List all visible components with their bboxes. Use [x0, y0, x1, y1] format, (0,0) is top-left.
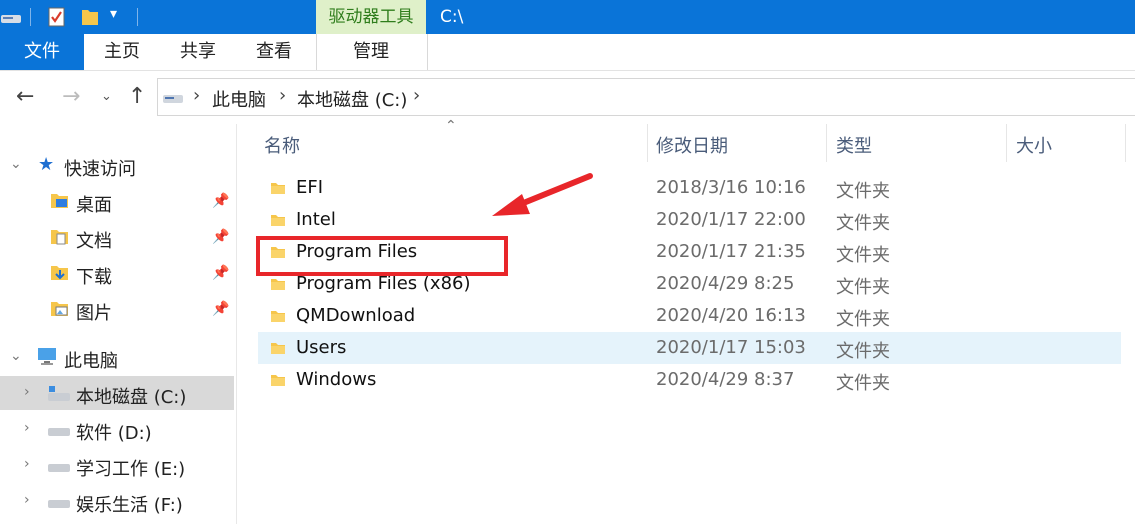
- this-pc-drive-icon: [163, 95, 183, 103]
- drive-icon[interactable]: [0, 6, 24, 28]
- downloads-folder-icon: [51, 266, 68, 280]
- breadcrumb-separator-icon[interactable]: ›: [279, 85, 286, 106]
- qat-divider: [30, 8, 31, 26]
- qat-divider: [137, 8, 138, 26]
- drive-icon: [48, 428, 70, 436]
- annotation-arrow-icon: [492, 173, 593, 216]
- star-icon: ★: [38, 154, 55, 175]
- file-type: 文件夹: [836, 213, 890, 234]
- highlight-box: [256, 236, 508, 276]
- file-modified: 2018/3/16 10:16: [656, 177, 806, 198]
- file-name[interactable]: QMDownload: [296, 305, 415, 326]
- file-modified: 2020/1/17 22:00: [656, 209, 806, 230]
- column-header-name[interactable]: 名称: [264, 132, 300, 158]
- tab-file[interactable]: 文件: [0, 34, 84, 70]
- file-name[interactable]: Intel: [296, 209, 336, 230]
- nav-label: 软件 (D:): [76, 423, 152, 444]
- expand-arrow-icon[interactable]: ›: [24, 492, 30, 508]
- nav-item-documents[interactable]: [0, 220, 234, 254]
- nav-label: 快速访问: [64, 159, 136, 180]
- nav-label: 桌面: [76, 195, 112, 216]
- drive-tools-contextual-tab[interactable]: 驱动器工具: [316, 0, 426, 34]
- file-name[interactable]: Windows: [296, 369, 376, 390]
- pin-icon[interactable]: 📌: [212, 193, 229, 209]
- tab-home[interactable]: 主页: [94, 34, 150, 70]
- file-modified: 2020/4/20 16:13: [656, 305, 806, 326]
- breadcrumb-local-disk-c[interactable]: 本地磁盘 (C:): [297, 86, 407, 112]
- nav-item-pictures[interactable]: [0, 292, 234, 326]
- sort-ascending-icon: ⌃: [445, 118, 457, 134]
- nav-label: 学习工作 (E:): [76, 459, 186, 480]
- nav-label: 娱乐生活 (F:): [76, 495, 183, 516]
- recent-locations-chevron-icon[interactable]: ⌄: [101, 89, 112, 104]
- tab-manage[interactable]: 管理: [316, 34, 426, 70]
- folder-icon: [271, 279, 285, 290]
- file-type: 文件夹: [836, 181, 890, 202]
- customize-qat-icon[interactable]: ▾: [110, 6, 117, 22]
- documents-folder-icon: [51, 230, 68, 245]
- column-divider[interactable]: [647, 124, 648, 162]
- forward-arrow-icon[interactable]: →: [62, 84, 80, 109]
- pin-icon[interactable]: 📌: [212, 265, 229, 281]
- up-arrow-icon[interactable]: ↑: [128, 84, 146, 109]
- breadcrumb-this-pc[interactable]: 此电脑: [212, 86, 266, 112]
- expand-arrow-icon[interactable]: ›: [24, 384, 30, 400]
- breadcrumb-separator-icon[interactable]: ›: [193, 85, 200, 106]
- expand-chevron-icon[interactable]: ⌄: [10, 156, 22, 172]
- file-modified: 2020/1/17 15:03: [656, 337, 806, 358]
- file-modified: 2020/1/17 21:35: [656, 241, 806, 262]
- column-divider[interactable]: [1125, 124, 1126, 162]
- file-name[interactable]: Users: [296, 337, 346, 358]
- nav-label: 本地磁盘 (C:): [76, 387, 187, 408]
- nav-label: 文档: [76, 231, 112, 252]
- file-type: 文件夹: [836, 341, 890, 362]
- folder-icon: [271, 215, 285, 226]
- folder-icon: [271, 183, 285, 194]
- expand-arrow-icon[interactable]: ›: [24, 420, 30, 436]
- nav-label: 下载: [76, 267, 112, 288]
- system-drive-icon: [48, 386, 70, 401]
- column-header-modified[interactable]: 修改日期: [656, 132, 728, 158]
- title-bar: [0, 0, 1135, 34]
- nav-item-downloads[interactable]: [0, 256, 234, 290]
- file-name[interactable]: EFI: [296, 177, 323, 198]
- expand-arrow-icon[interactable]: ›: [24, 456, 30, 472]
- properties-icon[interactable]: [46, 6, 68, 28]
- desktop-folder-icon: [51, 194, 68, 208]
- file-type: 文件夹: [836, 373, 890, 394]
- breadcrumb-separator-icon[interactable]: ›: [413, 85, 420, 106]
- tab-share[interactable]: 共享: [170, 34, 226, 70]
- new-folder-icon[interactable]: [80, 6, 100, 28]
- pin-icon[interactable]: 📌: [212, 229, 229, 245]
- file-name[interactable]: Program Files (x86): [296, 273, 471, 294]
- folder-icon: [271, 375, 285, 386]
- file-type: 文件夹: [836, 277, 890, 298]
- file-type: 文件夹: [836, 309, 890, 330]
- nav-label: 此电脑: [64, 351, 118, 372]
- window-title: C:\: [440, 7, 464, 27]
- pin-icon[interactable]: 📌: [212, 301, 229, 317]
- file-modified: 2020/4/29 8:25: [656, 273, 795, 294]
- nav-label: 图片: [76, 303, 112, 324]
- tab-view[interactable]: 查看: [246, 34, 302, 70]
- back-arrow-icon[interactable]: ←: [16, 84, 34, 109]
- column-header-size[interactable]: 大小: [1016, 132, 1052, 158]
- drive-icon: [48, 500, 70, 508]
- expand-chevron-icon[interactable]: ⌄: [10, 348, 22, 364]
- computer-icon: [38, 348, 56, 365]
- drive-icon: [48, 464, 70, 472]
- column-header-type[interactable]: 类型: [836, 132, 872, 158]
- folder-icon: [271, 343, 285, 354]
- column-divider[interactable]: [826, 124, 827, 162]
- pictures-folder-icon: [51, 302, 68, 316]
- file-modified: 2020/4/29 8:37: [656, 369, 795, 390]
- nav-item-desktop[interactable]: [0, 184, 234, 218]
- file-type: 文件夹: [836, 245, 890, 266]
- folder-icon: [271, 311, 285, 322]
- column-divider[interactable]: [1006, 124, 1007, 162]
